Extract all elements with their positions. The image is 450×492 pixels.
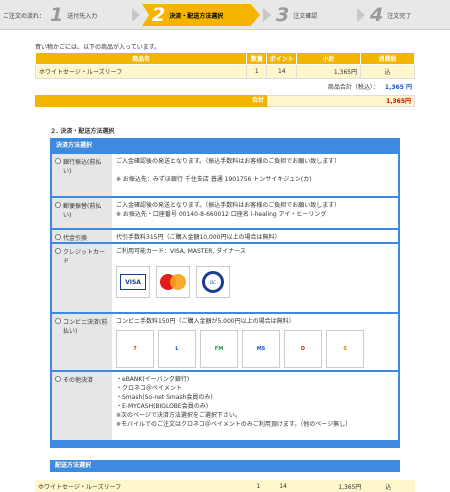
col-tax: 消費税 [360,52,415,65]
daily-yamazaki-logo: D [284,330,322,368]
step-arrow-icon [263,8,271,22]
option-desc: ※ お振込先・口座番号 00140-8-660012 口座名 i-healing… [116,211,327,218]
lawson-logo: L [158,330,196,368]
ministop-logo: MS [242,330,280,368]
visa-logo: VISA [116,266,150,298]
option-desc: ご入金確認後の発送となります。（振込手数料はお客様のご負担でお願い致します） [116,202,341,209]
option-desc: コンビニ手数料150円（ご購入金額が5,000円以上の場合は無料） [116,318,295,325]
delivery-item-subtotal: 1,365円 [338,483,362,491]
option-desc: ・クロネコ＠ペイメント [116,385,182,392]
subtotal-value: 1,365 円 [384,84,412,91]
cart-subtotal: 商品合計（税込）： 1,365 円 [35,82,415,93]
cart-header-row: 商品名 数量 ポイント 小計 消費税 [34,52,415,65]
option-desc: ご利用可能カード：VISA, MASTER, ダイナース [116,248,246,255]
step-arrow-icon [132,8,140,22]
steps-lead: ご注文の流れ： [3,13,46,20]
step-2-label: 決済・配送方法選択 [169,12,224,20]
payment-option-bank[interactable]: 銀行振込(前払い) ご入金確認後の発送となります。（振込手数料はお客様のご負担で… [52,152,398,196]
col-points: ポイント [266,52,298,65]
delivery-row: ホワイトセージ・ルーズリーフ 1 14 1,365円 込 [35,480,415,492]
item-points: 14 [266,64,298,79]
item-qty: 1 [246,64,268,79]
cart-table: 商品名 数量 ポイント 小計 消費税 ホワイトセージ・ルーズリーフ 1 14 1… [34,52,415,79]
item-name: ホワイトセージ・ルーズリーフ [34,64,248,79]
option-label: コンビニ決済(前払い) [63,319,108,335]
order-steps: ご注文の流れ： 1 送付先入力 2 決済・配送方法選択 3 注文確認 4 注文完… [0,0,450,30]
step-arrow-icon [357,8,365,22]
step-1-number: 1 [50,3,64,26]
option-desc: ・eBANK(イーバンク銀行) [116,376,190,383]
payment-option-cod[interactable]: 代金引換 代引手数料315円（ご購入金額10,000円以上の場合は無料） [52,228,398,242]
cart-intro: 買い物かごには、以下の商品が入っています。 [35,44,161,51]
payment-panel: 決済方法選択 銀行振込(前払い) ご入金確認後の発送となります。（振込手数料はお… [50,138,400,448]
option-label: クレジットカード [63,249,106,265]
payment-header: 決済方法選択 [56,142,93,149]
section-title: ２. 決済・配送方法選択 [50,128,115,135]
option-label: 郵便振替(前払い) [63,203,102,219]
subtotal-label: 商品合計（税込）： [327,84,379,91]
col-qty: 数量 [246,52,268,65]
radio-postal[interactable] [55,202,61,208]
option-desc: ※モバイルでのご注文はクロネコ＠ペイメントのみご利用頂けます。（他のページ無し） [116,421,352,428]
total-value: 1,365円 [267,95,415,107]
total-label: 合計 [35,95,267,107]
delivery-item-name: ホワイトセージ・ルーズリーフ [38,483,122,491]
mastercard-logo [156,266,190,298]
table-row: ホワイトセージ・ルーズリーフ 1 14 1,365円 込 [34,64,415,79]
payment-option-other[interactable]: その他決済 ・eBANK(イーバンク銀行) ・クロネコ＠ペイメント ・Smash… [52,370,398,440]
option-label: その他決済 [63,377,94,384]
step-3: 3 注文確認 [276,4,356,26]
option-desc: ・Smash(So-net Smash会員のみ) [116,394,213,401]
seicomart-logo: S [326,330,364,368]
delivery-header: 配送方法選択 [50,460,400,472]
payment-option-postal[interactable]: 郵便振替(前払い) ご入金確認後の発送となります。（振込手数料はお客様のご負担で… [52,196,398,228]
delivery-item-qty: 1 [256,482,261,490]
seven-eleven-logo: 7 [116,330,154,368]
step-3-number: 3 [276,3,290,26]
step-1-label: 送付先入力 [67,12,98,20]
col-name: 商品名 [34,52,248,65]
option-desc: ※ お振込先：みずほ銀行 千住支店 普通 1901756 トンサイキジュン(カ) [116,176,312,183]
option-desc: 代引手数料315円（ご購入金額10,000円以上の場合は無料） [116,234,281,241]
step-1: 1 送付先入力 [50,4,132,26]
delivery-item-points: 14 [279,482,287,490]
option-desc: ・E-MYCASH(BIGLOBE会員のみ) [116,403,209,410]
option-desc: ※次のページで決済方法選択をご選択下さい。 [116,412,241,419]
item-tax: 込 [360,64,415,79]
col-subtotal: 小計 [296,52,362,65]
familymart-logo: FM [200,330,238,368]
step-4: 4 注文完了 [370,4,448,26]
step-4-label: 注文完了 [387,12,412,20]
option-label: 代金引換 [63,235,88,242]
radio-cod[interactable] [55,234,61,240]
option-label: 銀行振込(前払い) [63,159,102,175]
step-2-number: 2 [152,3,166,26]
radio-other[interactable] [55,376,61,382]
cart-total: 合計 1,365円 [35,95,415,107]
delivery-item-tax: 込 [385,483,392,491]
radio-cvs[interactable] [55,318,61,324]
diners-logo: DC [196,266,230,298]
step-4-number: 4 [370,3,384,26]
radio-bank[interactable] [55,158,61,164]
step-2-current: 2 決済・配送方法選択 [142,4,260,26]
radio-credit[interactable] [55,248,61,254]
step-3-label: 注文確認 [293,12,318,20]
option-desc: ご入金確認後の発送となります。（振込手数料はお客様のご負担でお願い致します） [116,158,341,165]
item-subtotal: 1,365円 [296,64,362,79]
payment-option-cvs[interactable]: コンビニ決済(前払い) コンビニ手数料150円（ご購入金額が5,000円以上の場… [52,312,398,370]
payment-option-credit[interactable]: クレジットカード ご利用可能カード：VISA, MASTER, ダイナース VI… [52,242,398,312]
